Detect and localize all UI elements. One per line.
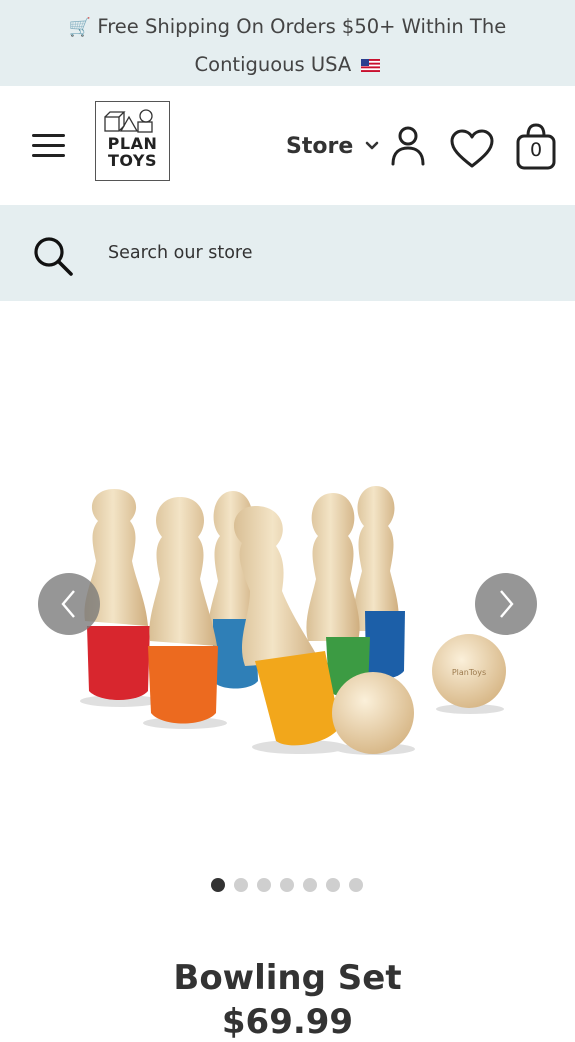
- heart-icon[interactable]: [449, 129, 495, 169]
- gallery-dot[interactable]: [234, 878, 248, 892]
- search-bar: [0, 205, 575, 301]
- product-title: Bowling Set: [173, 958, 402, 998]
- next-image-button[interactable]: [475, 573, 537, 635]
- announcement-banner: 🛒 Free Shipping On Orders $50+ Within Th…: [0, 0, 575, 86]
- cart-button[interactable]: 0: [514, 122, 558, 172]
- chevron-down-icon: [365, 141, 379, 150]
- store-label: Store: [286, 133, 354, 159]
- announcement-text: Free Shipping On Orders $50+ Within The …: [97, 15, 507, 76]
- product-price: $69.99: [221, 1002, 354, 1042]
- previous-image-button[interactable]: [38, 573, 100, 635]
- gallery-dot[interactable]: [257, 878, 271, 892]
- user-icon[interactable]: [390, 126, 426, 166]
- gallery-dot[interactable]: [349, 878, 363, 892]
- chevron-right-icon: [500, 590, 514, 618]
- gallery-pagination: [211, 878, 372, 892]
- logo-text-plan: PLAN: [107, 134, 158, 153]
- shopping-cart-icon: 🛒: [68, 17, 92, 38]
- search-icon[interactable]: [32, 235, 74, 277]
- hamburger-menu-icon[interactable]: [32, 134, 65, 158]
- site-header: PLAN TOYS Store 0: [0, 86, 575, 205]
- gallery-dot[interactable]: [211, 878, 225, 892]
- store-dropdown-button[interactable]: Store: [286, 130, 379, 162]
- gallery-dot[interactable]: [326, 878, 340, 892]
- gallery-dot[interactable]: [303, 878, 317, 892]
- search-input[interactable]: [108, 235, 538, 271]
- chevron-left-icon: [61, 590, 75, 618]
- gallery-dot[interactable]: [280, 878, 294, 892]
- ball-imprint: PlanToys: [452, 668, 486, 677]
- plantoys-logo[interactable]: PLAN TOYS: [95, 101, 170, 181]
- logo-blocks-icon: [103, 109, 153, 133]
- product-gallery: PlanToys: [0, 301, 575, 892]
- us-flag-icon: [361, 59, 381, 72]
- cart-count: 0: [529, 139, 543, 161]
- logo-text-toys: TOYS: [107, 151, 158, 170]
